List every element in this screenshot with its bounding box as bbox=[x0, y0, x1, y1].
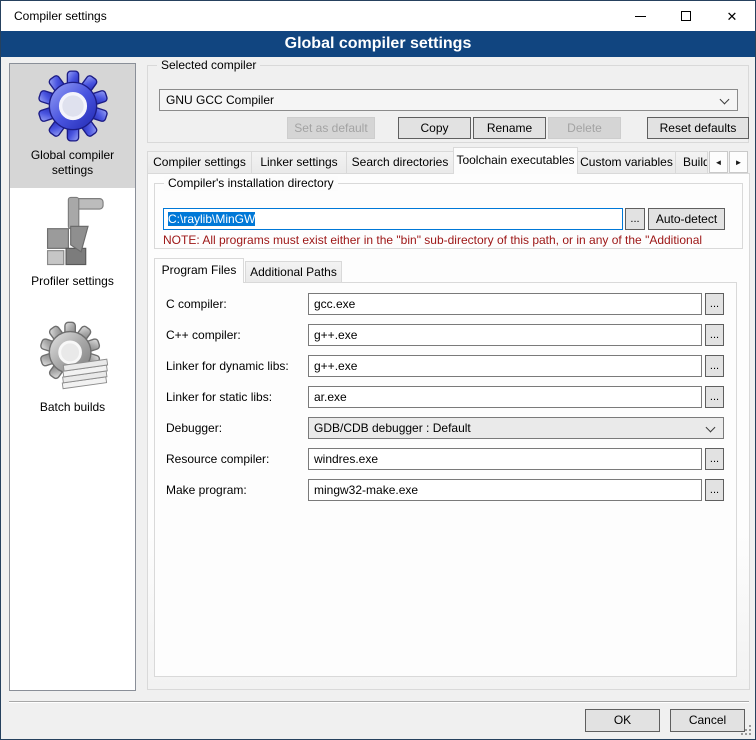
make-program-input[interactable]: mingw32-make.exe bbox=[308, 479, 702, 501]
window-title: Compiler settings bbox=[14, 1, 107, 31]
dynamic-linker-input[interactable]: g++.exe bbox=[308, 355, 702, 377]
subtab-program-files[interactable]: Program Files bbox=[154, 258, 244, 283]
debugger-select[interactable]: GDB/CDB debugger : Default bbox=[308, 417, 724, 439]
compiler-select[interactable]: GNU GCC Compiler bbox=[159, 89, 738, 111]
settings-category-list: Global compiler settings Profiler settin… bbox=[9, 63, 136, 691]
static-linker-label: Linker for static libs: bbox=[166, 386, 272, 408]
arrow-left-icon: ◄ bbox=[715, 158, 723, 167]
tab-toolchain-executables[interactable]: Toolchain executables bbox=[453, 147, 578, 174]
install-dir-selected-text: C:\raylib\MinGW bbox=[168, 212, 255, 226]
install-dir-input[interactable]: C:\raylib\MinGW bbox=[163, 208, 623, 230]
dynamic-linker-label: Linker for dynamic libs: bbox=[166, 355, 289, 377]
auto-detect-button[interactable]: Auto-detect bbox=[648, 208, 725, 230]
close-icon: ✕ bbox=[727, 10, 738, 23]
cpp-compiler-browse-button[interactable]: ... bbox=[705, 324, 724, 346]
static-linker-row: Linker for static libs: ar.exe ... bbox=[155, 386, 736, 408]
toolchain-executables-page: Compiler's installation directory C:\ray… bbox=[147, 173, 750, 690]
program-files-page: C compiler: gcc.exe ... C++ compiler: g+… bbox=[154, 282, 737, 677]
resource-compiler-row: Resource compiler: windres.exe ... bbox=[155, 448, 736, 470]
c-compiler-label: C compiler: bbox=[166, 293, 227, 315]
maximize-icon bbox=[681, 11, 691, 21]
copy-button[interactable]: Copy bbox=[398, 117, 471, 139]
tab-custom-variables[interactable]: Custom variables bbox=[577, 151, 676, 174]
ok-button[interactable]: OK bbox=[585, 709, 660, 732]
sidebar-item-profiler-settings[interactable]: Profiler settings bbox=[10, 192, 135, 304]
tab-build-options[interactable]: Build options bbox=[675, 151, 708, 174]
chevron-down-icon bbox=[706, 423, 716, 433]
sidebar-item-label: Batch builds bbox=[18, 400, 128, 415]
tab-compiler-settings[interactable]: Compiler settings bbox=[147, 151, 252, 174]
maximize-button[interactable] bbox=[663, 1, 709, 31]
tab-scroll-left-button[interactable]: ◄ bbox=[709, 151, 728, 173]
compiler-select-value: GNU GCC Compiler bbox=[166, 93, 274, 107]
minimize-button[interactable] bbox=[617, 1, 663, 31]
make-program-row: Make program: mingw32-make.exe ... bbox=[155, 479, 736, 501]
tab-linker-settings[interactable]: Linker settings bbox=[251, 151, 347, 174]
rename-button[interactable]: Rename bbox=[473, 117, 546, 139]
profiler-caliper-icon bbox=[36, 194, 110, 268]
static-linker-input[interactable]: ar.exe bbox=[308, 386, 702, 408]
chevron-down-icon bbox=[720, 95, 730, 105]
c-compiler-input[interactable]: gcc.exe bbox=[308, 293, 702, 315]
debugger-label: Debugger: bbox=[166, 417, 222, 439]
footer-divider bbox=[9, 701, 749, 703]
close-button[interactable]: ✕ bbox=[709, 1, 755, 31]
dynamic-linker-browse-button[interactable]: ... bbox=[705, 355, 724, 377]
cancel-button[interactable]: Cancel bbox=[670, 709, 745, 732]
static-linker-browse-button[interactable]: ... bbox=[705, 386, 724, 408]
c-compiler-row: C compiler: gcc.exe ... bbox=[155, 293, 736, 315]
resource-compiler-label: Resource compiler: bbox=[166, 448, 269, 470]
compiler-settings-window: Compiler settings ✕ Global compiler sett… bbox=[0, 0, 756, 740]
caption-buttons: ✕ bbox=[617, 1, 755, 31]
tab-scroll-right-button[interactable]: ► bbox=[729, 151, 748, 173]
selected-compiler-group-label: Selected compiler bbox=[157, 58, 260, 73]
resource-compiler-input[interactable]: windres.exe bbox=[308, 448, 702, 470]
installation-directory-group: Compiler's installation directory C:\ray… bbox=[154, 183, 743, 249]
cpp-compiler-row: C++ compiler: g++.exe ... bbox=[155, 324, 736, 346]
make-program-browse-button[interactable]: ... bbox=[705, 479, 724, 501]
install-dir-note: NOTE: All programs must exist either in … bbox=[163, 233, 739, 247]
sidebar-item-batch-builds[interactable]: Batch builds bbox=[10, 318, 135, 438]
resource-compiler-browse-button[interactable]: ... bbox=[705, 448, 724, 470]
delete-button[interactable]: Delete bbox=[548, 117, 621, 139]
blue-gear-icon bbox=[37, 70, 109, 142]
c-compiler-browse-button[interactable]: ... bbox=[705, 293, 724, 315]
sidebar-item-label: Global compiler settings bbox=[18, 148, 128, 178]
tab-search-directories[interactable]: Search directories bbox=[346, 151, 454, 174]
set-as-default-button[interactable]: Set as default bbox=[287, 117, 375, 139]
subtab-additional-paths[interactable]: Additional Paths bbox=[245, 261, 342, 283]
sidebar-item-global-compiler-settings[interactable]: Global compiler settings bbox=[10, 64, 135, 188]
debugger-select-value: GDB/CDB debugger : Default bbox=[314, 421, 471, 435]
minimize-icon bbox=[635, 16, 646, 17]
selected-compiler-group: Selected compiler GNU GCC Compiler Set a… bbox=[147, 65, 749, 143]
browse-install-dir-button[interactable]: ... bbox=[625, 208, 645, 230]
arrow-right-icon: ► bbox=[735, 158, 743, 167]
cpp-compiler-label: C++ compiler: bbox=[166, 324, 241, 346]
page-title: Global compiler settings bbox=[1, 31, 755, 57]
resize-grip[interactable] bbox=[741, 725, 751, 735]
reset-defaults-button[interactable]: Reset defaults bbox=[647, 117, 749, 139]
dynamic-linker-row: Linker for dynamic libs: g++.exe ... bbox=[155, 355, 736, 377]
debugger-row: Debugger: GDB/CDB debugger : Default bbox=[155, 417, 736, 439]
cpp-compiler-input[interactable]: g++.exe bbox=[308, 324, 702, 346]
make-program-label: Make program: bbox=[166, 479, 247, 501]
batch-builds-gear-icon bbox=[36, 320, 110, 394]
title-bar[interactable]: Compiler settings ✕ bbox=[1, 1, 755, 31]
sidebar-item-label: Profiler settings bbox=[18, 274, 128, 289]
installation-directory-group-label: Compiler's installation directory bbox=[164, 176, 338, 191]
